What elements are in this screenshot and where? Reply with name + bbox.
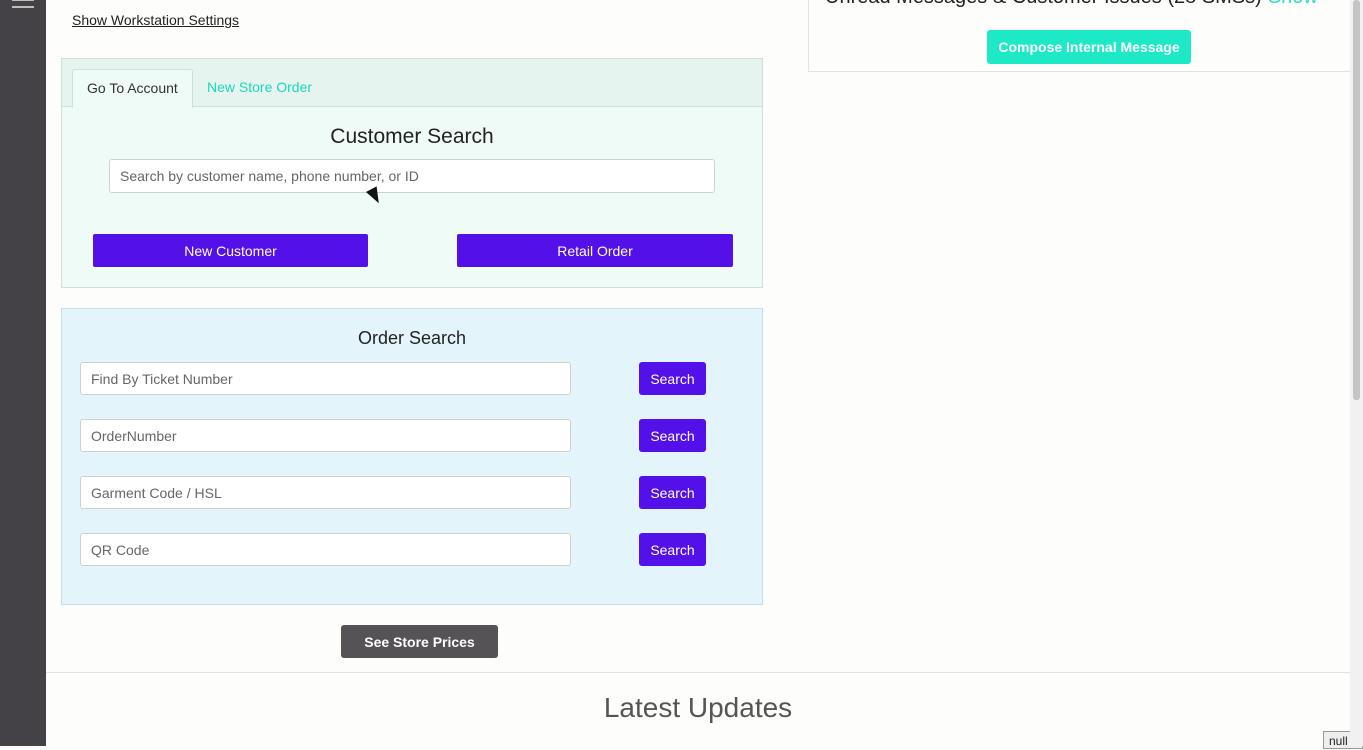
qr-code-input[interactable] xyxy=(80,533,571,566)
order-number-search-button[interactable]: Search xyxy=(639,419,706,452)
qr-code-search-button[interactable]: Search xyxy=(639,533,706,566)
messages-title-text: Unread Messages & Customer Issues (28 SM… xyxy=(825,0,1262,8)
order-search-card: Order Search Search Search Search Search xyxy=(61,308,763,605)
hamburger-menu-icon[interactable] xyxy=(12,0,34,12)
ticket-number-input[interactable] xyxy=(80,362,571,395)
show-messages-link[interactable]: Show xyxy=(1268,0,1318,8)
scrollbar-thumb[interactable] xyxy=(1353,0,1360,400)
sidebar xyxy=(0,0,46,746)
order-search-title: Order Search xyxy=(357,328,467,348)
section-divider xyxy=(46,672,1350,673)
retail-order-button[interactable]: Retail Order xyxy=(457,234,733,267)
account-tabs: Go To Account New Store Order xyxy=(62,59,762,108)
see-store-prices-button[interactable]: See Store Prices xyxy=(341,625,498,658)
show-workstation-settings-link[interactable]: Show Workstation Settings xyxy=(72,12,239,28)
messages-panel: Unread Messages & Customer Issues (28 SM… xyxy=(808,0,1355,72)
compose-internal-message-button[interactable]: Compose Internal Message xyxy=(987,30,1191,64)
order-number-input[interactable] xyxy=(80,419,571,452)
garment-code-input[interactable] xyxy=(80,476,571,509)
new-customer-button[interactable]: New Customer xyxy=(93,234,368,267)
account-card: Go To Account New Store Order Customer S… xyxy=(61,58,763,288)
messages-title: Unread Messages & Customer Issues (28 SM… xyxy=(825,0,1318,9)
latest-updates-title: Latest Updates xyxy=(603,692,793,723)
page-scrollbar[interactable] xyxy=(1350,0,1363,746)
customer-search-title: Customer Search xyxy=(330,125,494,148)
tab-new-store-order[interactable]: New Store Order xyxy=(193,69,326,106)
tab-go-to-account[interactable]: Go To Account xyxy=(72,69,193,108)
garment-code-search-button[interactable]: Search xyxy=(639,476,706,509)
customer-search-input[interactable] xyxy=(109,159,715,193)
ticket-search-button[interactable]: Search xyxy=(639,362,706,395)
